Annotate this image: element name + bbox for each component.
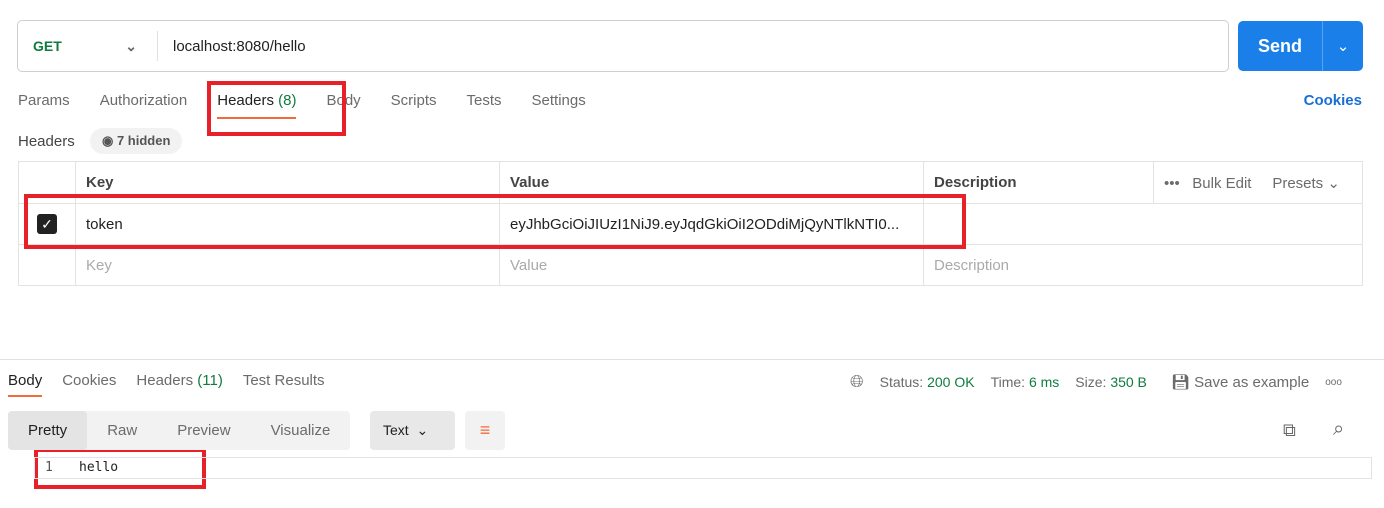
response-tabs: Body Cookies Headers (11) Test Results	[8, 372, 325, 397]
view-mode-selector: Pretty Raw Preview Visualize	[8, 411, 351, 450]
globe-icon[interactable]: 🌐︎	[850, 372, 864, 392]
view-visualize[interactable]: Visualize	[251, 411, 351, 450]
save-as-example-button[interactable]: 💾︎ Save as example	[1171, 373, 1309, 391]
wrap-lines-icon[interactable]: ≡	[465, 411, 505, 450]
tab-scripts[interactable]: Scripts	[391, 92, 437, 119]
method-select[interactable]: GET ⌄	[18, 31, 158, 61]
bulk-edit-button[interactable]: Bulk Edit	[1192, 175, 1251, 192]
response-body-editor[interactable]: 1 hello	[34, 457, 1372, 479]
view-raw[interactable]: Raw	[87, 411, 157, 450]
line-number: 1	[45, 460, 53, 475]
eye-icon: ◉	[102, 133, 114, 148]
table-row: Key Value Description	[18, 244, 1363, 286]
url-bar: GET ⌄ localhost:8080/hello	[17, 20, 1229, 72]
response-status: 🌐︎ Status: 200 OK Time: 6 ms Size: 350 B…	[850, 372, 1342, 392]
format-dropdown[interactable]: Text ⌄	[370, 411, 455, 450]
presets-dropdown[interactable]: Presets ⌄	[1272, 175, 1340, 192]
tab-settings[interactable]: Settings	[532, 92, 586, 119]
cookies-link[interactable]: Cookies	[1304, 92, 1362, 109]
description-placeholder[interactable]: Description	[923, 244, 1363, 286]
code-line: hello	[79, 460, 119, 475]
tab-authorization[interactable]: Authorization	[100, 92, 188, 119]
copy-icon[interactable]: ⧉	[1283, 420, 1296, 441]
highlight-box	[207, 81, 346, 136]
chevron-down-icon: ⌄	[125, 37, 137, 54]
tab-response-headers[interactable]: Headers (11)	[136, 372, 222, 397]
divider	[0, 359, 1384, 360]
tab-tests[interactable]: Tests	[467, 92, 502, 119]
tab-params[interactable]: Params	[18, 92, 70, 119]
tab-response-body[interactable]: Body	[8, 372, 43, 397]
view-pretty[interactable]: Pretty	[8, 411, 88, 450]
more-icon[interactable]: ooo	[1325, 377, 1342, 388]
value-placeholder[interactable]: Value	[499, 244, 924, 286]
tab-response-cookies[interactable]: Cookies	[62, 372, 116, 397]
tab-test-results[interactable]: Test Results	[243, 372, 325, 397]
chevron-down-icon[interactable]: ⌄	[1323, 37, 1363, 55]
key-placeholder[interactable]: Key	[75, 244, 500, 286]
url-input[interactable]: localhost:8080/hello	[158, 38, 306, 55]
save-icon: 💾︎	[1170, 374, 1190, 391]
description-cell[interactable]	[923, 203, 1363, 245]
search-icon[interactable]: ⌕	[1333, 418, 1344, 441]
hidden-headers-toggle[interactable]: ◉ 7 hidden	[90, 128, 183, 154]
headers-label: Headers	[18, 133, 75, 150]
highlight-box	[24, 194, 966, 249]
send-button[interactable]: Send ⌄	[1238, 21, 1363, 71]
more-icon[interactable]: •••	[1164, 175, 1180, 192]
view-preview[interactable]: Preview	[157, 411, 250, 450]
